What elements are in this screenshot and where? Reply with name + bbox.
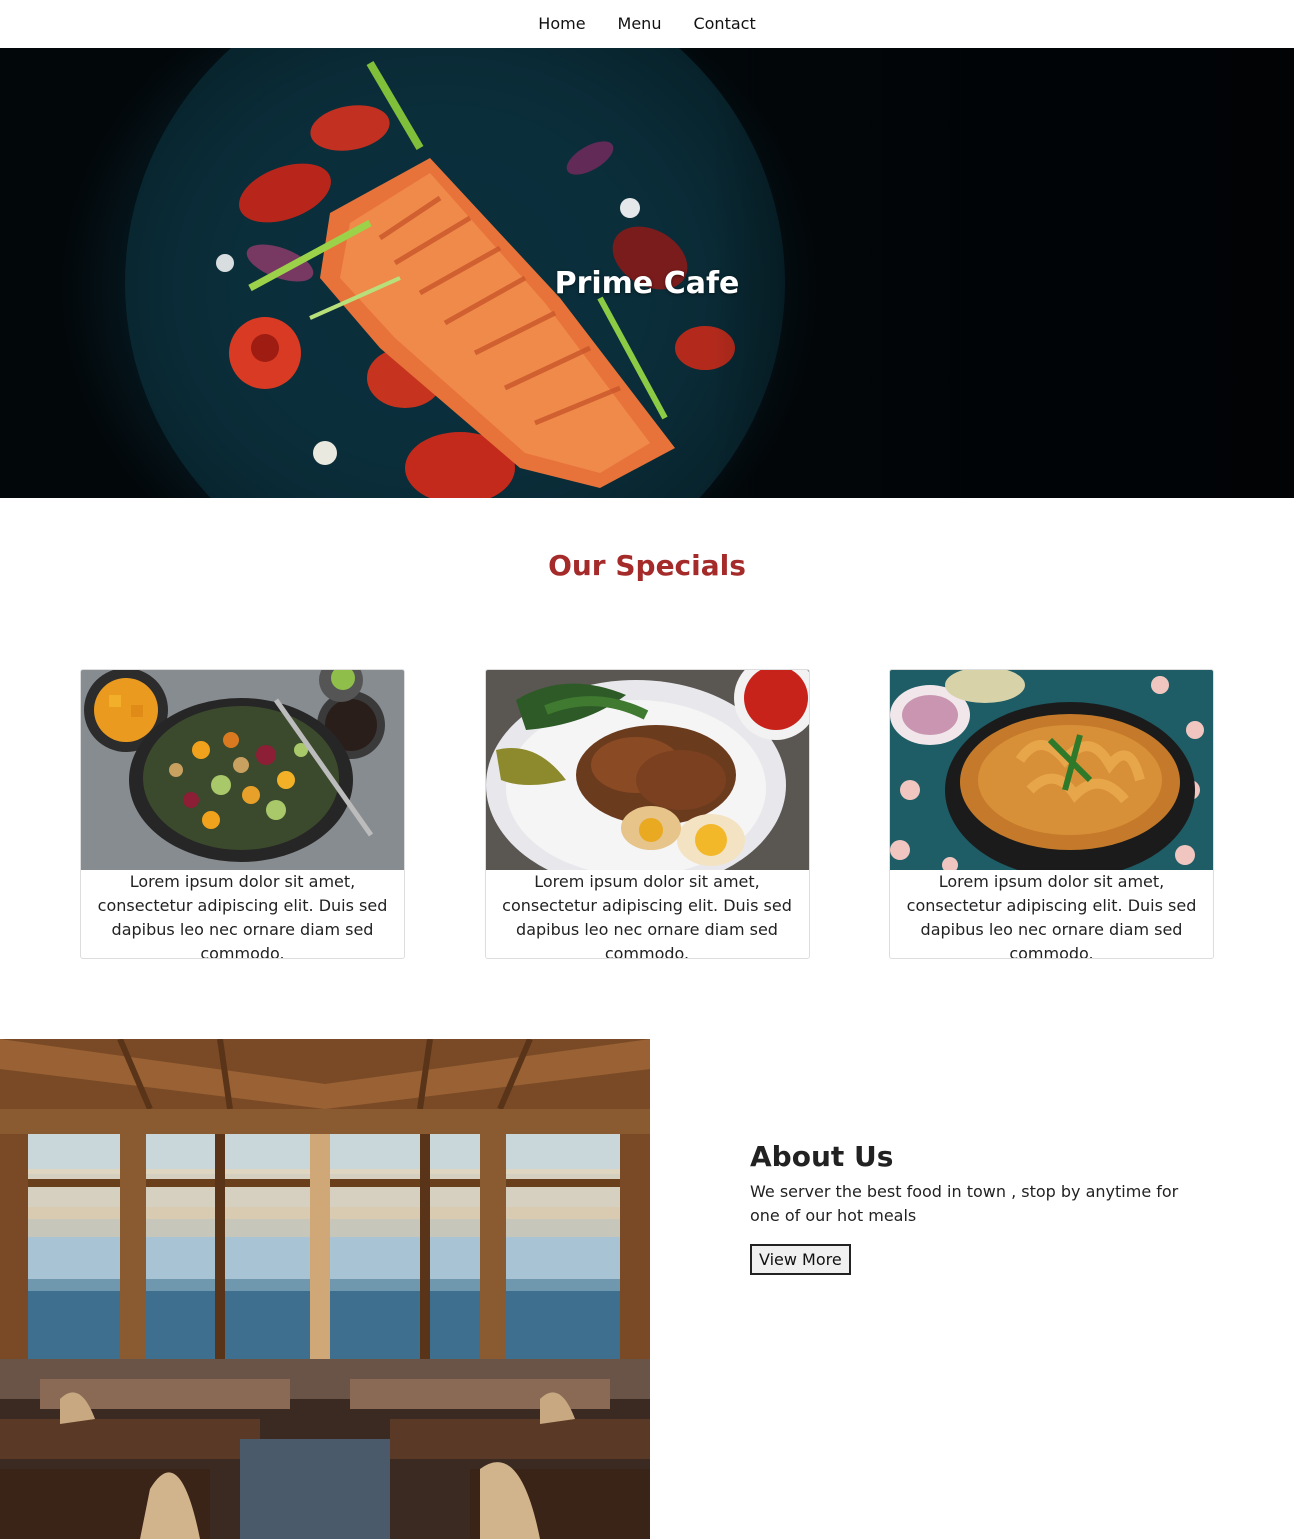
- card-description: Lorem ipsum dolor sit amet, consectetur …: [502, 872, 792, 959]
- about-section: About Us We server the best food in town…: [750, 1140, 1210, 1275]
- special-card: Lorem ipsum dolor sit amet, consectetur …: [484, 669, 810, 959]
- specials-heading: Our Specials: [548, 549, 746, 582]
- top-nav: Home Menu Contact: [0, 0, 1294, 48]
- nav-menu-link[interactable]: Menu: [618, 14, 662, 34]
- view-more-button[interactable]: View More: [750, 1244, 851, 1275]
- special-card: Lorem ipsum dolor sit amet, consectetur …: [889, 669, 1214, 959]
- about-description: We server the best food in town , stop b…: [750, 1182, 1179, 1225]
- hero-banner: Prime Cafe: [0, 48, 1294, 498]
- specials-cards: Lorem ipsum dolor sit amet, consectetur …: [80, 669, 1214, 959]
- about-heading: About Us: [750, 1140, 894, 1173]
- nav-home-link[interactable]: Home: [538, 14, 585, 34]
- braised-pork-rice-image: [485, 670, 809, 870]
- nav-contact-link[interactable]: Contact: [693, 14, 755, 34]
- salad-bowl-image: [81, 670, 404, 870]
- card-description: Lorem ipsum dolor sit amet, consectetur …: [97, 872, 388, 959]
- curry-noodle-bowl-image: [890, 670, 1213, 870]
- card-description: Lorem ipsum dolor sit amet, consectetur …: [906, 872, 1197, 959]
- special-card: Lorem ipsum dolor sit amet, consectetur …: [80, 669, 405, 959]
- hero-title: Prime Cafe: [554, 266, 740, 301]
- restaurant-interior-image: [0, 1039, 650, 1539]
